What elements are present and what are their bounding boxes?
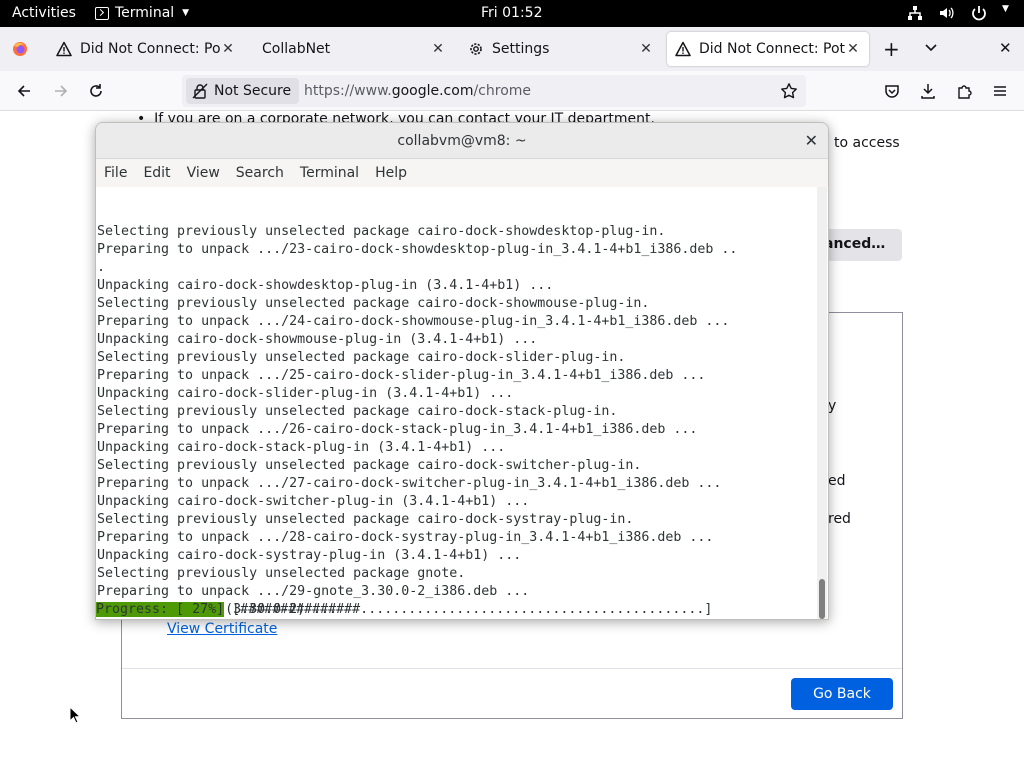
navigation-bar: Not Secure https://www.google.com/chrome — [0, 71, 1024, 111]
bookmark-star-icon[interactable] — [780, 82, 798, 104]
tab-settings[interactable]: Settings ✕ — [460, 32, 662, 66]
divider — [122, 668, 902, 669]
close-icon[interactable]: ✕ — [638, 41, 654, 57]
terminal-line: Preparing to unpack .../28-cairo-dock-sy… — [97, 530, 714, 545]
reload-button[interactable] — [85, 80, 107, 102]
url-text[interactable]: https://www.google.com/chrome — [304, 83, 531, 99]
security-label: Not Secure — [214, 83, 292, 99]
tab-did-not-connect-1[interactable]: Did Not Connect: Pote ✕ — [48, 32, 244, 66]
gear-icon — [468, 41, 484, 57]
system-tray[interactable]: ▼ — [906, 4, 1012, 22]
menu-search[interactable]: Search — [236, 165, 284, 181]
terminal-scrollbar[interactable] — [817, 187, 827, 619]
terminal-line: Preparing to unpack .../26-cairo-dock-st… — [97, 422, 698, 437]
menu-edit[interactable]: Edit — [143, 165, 170, 181]
new-tab-button[interactable]: + — [883, 37, 900, 61]
terminal-line: Unpacking cairo-dock-slider-plug-in (3.4… — [97, 386, 514, 401]
app-menu-label: Terminal — [115, 5, 175, 21]
terminal-line: Selecting previously unselected package … — [97, 512, 634, 527]
terminal-line: Preparing to unpack .../24-cairo-dock-sh… — [97, 314, 730, 329]
terminal-line: Unpacking cairo-dock-stack-plug-in (3.4.… — [97, 440, 506, 455]
go-back-button[interactable]: Go Back — [791, 678, 893, 710]
volume-icon — [938, 4, 956, 22]
menu-view[interactable]: View — [187, 165, 220, 181]
downloads-icon[interactable] — [917, 80, 939, 102]
terminal-output[interactable]: Selecting previously unselected package … — [96, 187, 818, 620]
terminal-line: Preparing to unpack .../25-cairo-dock-sl… — [97, 368, 706, 383]
gnome-top-bar: Activities Terminal ▼ Fri 01:52 ▼ — [0, 0, 1024, 27]
chevron-down-icon: ▼ — [182, 8, 190, 18]
chevron-down-icon: ▼ — [1002, 4, 1009, 14]
terminal-line: Preparing to unpack .../23-cairo-dock-sh… — [97, 242, 738, 257]
page-text-fragment: y — [828, 398, 837, 414]
url-domain: google.com — [391, 83, 474, 99]
tab-label: Did Not Connect: Pote — [80, 41, 220, 57]
activities-button[interactable]: Activities — [12, 5, 76, 21]
terminal-line: Selecting previously unselected package … — [97, 404, 618, 419]
terminal-line: Selecting previously unselected package … — [97, 224, 666, 239]
tab-label: Did Not Connect: Pote — [699, 41, 845, 57]
url-prefix: https://www. — [304, 83, 392, 99]
extensions-icon[interactable] — [953, 80, 975, 102]
progress-label: Progress: [ 27%] — [96, 602, 225, 617]
terminal-line: Unpacking cairo-dock-systray-plug-in (3.… — [97, 548, 522, 563]
mouse-pointer-icon — [69, 705, 82, 728]
page-text-fragment: red — [828, 511, 851, 527]
terminal-line: Selecting previously unselected package … — [97, 350, 626, 365]
close-icon[interactable]: ✕ — [845, 41, 861, 57]
advanced-label: anced… — [824, 236, 886, 252]
hamburger-menu-icon[interactable] — [989, 80, 1011, 102]
terminal-line: Unpacking cairo-dock-showdesktop-plug-in… — [97, 278, 554, 293]
url-bar[interactable]: Not Secure https://www.google.com/chrome — [182, 75, 806, 107]
warning-icon — [56, 41, 72, 57]
screen: Activities Terminal ▼ Fri 01:52 ▼ Did No… — [0, 0, 1024, 768]
terminal-title: collabvm@vm8: ~ — [397, 133, 527, 149]
terminal-line: Unpacking cairo-dock-switcher-plug-in (3… — [97, 494, 530, 509]
menu-terminal[interactable]: Terminal — [300, 165, 359, 181]
terminal-line: Preparing to unpack .../29-gnote_3.30.0-… — [97, 584, 530, 599]
terminal-line: Unpacking cairo-dock-showmouse-plug-in (… — [97, 332, 538, 347]
scrollbar-thumb[interactable] — [819, 579, 825, 619]
page-text-fragment: ed — [828, 473, 846, 489]
tab-strip: Did Not Connect: Pote ✕ CollabNet ✕ Sett… — [0, 27, 1024, 71]
security-indicator[interactable]: Not Secure — [186, 78, 300, 104]
tab-collabnet[interactable]: CollabNet ✕ — [254, 32, 454, 66]
url-path: /chrome — [473, 83, 532, 99]
menu-file[interactable]: File — [104, 165, 127, 181]
tab-label: Settings — [492, 41, 550, 57]
progress-row: Progress: [ 27%] [###############.......… — [96, 601, 712, 619]
clock[interactable]: Fri 01:52 — [481, 5, 542, 21]
terminal-line: Selecting previously unselected package … — [97, 296, 650, 311]
close-icon[interactable]: ✕ — [220, 41, 236, 57]
tab-label: CollabNet — [262, 41, 331, 57]
app-menu[interactable]: Terminal ▼ — [95, 5, 189, 21]
warning-icon — [675, 41, 691, 57]
close-icon[interactable]: ✕ — [805, 123, 818, 159]
terminal-line: . — [97, 260, 106, 275]
insecure-lock-icon — [192, 83, 208, 99]
back-button[interactable] — [13, 80, 35, 102]
pocket-icon[interactable] — [881, 80, 903, 102]
terminal-line: Selecting previously unselected package … — [97, 566, 466, 581]
close-window-button[interactable]: ✕ — [999, 39, 1012, 57]
menu-help[interactable]: Help — [375, 165, 407, 181]
terminal-menubar: File Edit View Search Terminal Help — [96, 159, 828, 187]
power-icon — [970, 4, 988, 22]
terminal-lines: Selecting previously unselected package … — [97, 223, 818, 620]
terminal-window[interactable]: collabvm@vm8: ~ ✕ File Edit View Search … — [95, 122, 829, 620]
forward-button[interactable] — [50, 80, 72, 102]
page-text-fragment: to access — [834, 135, 900, 151]
terminal-line: Preparing to unpack .../27-cairo-dock-sw… — [97, 476, 722, 491]
terminal-titlebar[interactable]: collabvm@vm8: ~ ✕ — [96, 123, 828, 159]
close-icon[interactable]: ✕ — [430, 41, 446, 57]
terminal-icon — [95, 6, 109, 20]
tab-did-not-connect-2[interactable]: Did Not Connect: Pote ✕ — [667, 32, 869, 66]
progress-bar-text: [###############........................… — [224, 602, 713, 617]
firefox-icon — [12, 41, 28, 61]
view-certificate-link[interactable]: View Certificate — [167, 621, 277, 637]
network-icon — [906, 4, 924, 22]
terminal-line: Selecting previously unselected package … — [97, 458, 642, 473]
list-all-tabs-button[interactable] — [924, 38, 938, 59]
